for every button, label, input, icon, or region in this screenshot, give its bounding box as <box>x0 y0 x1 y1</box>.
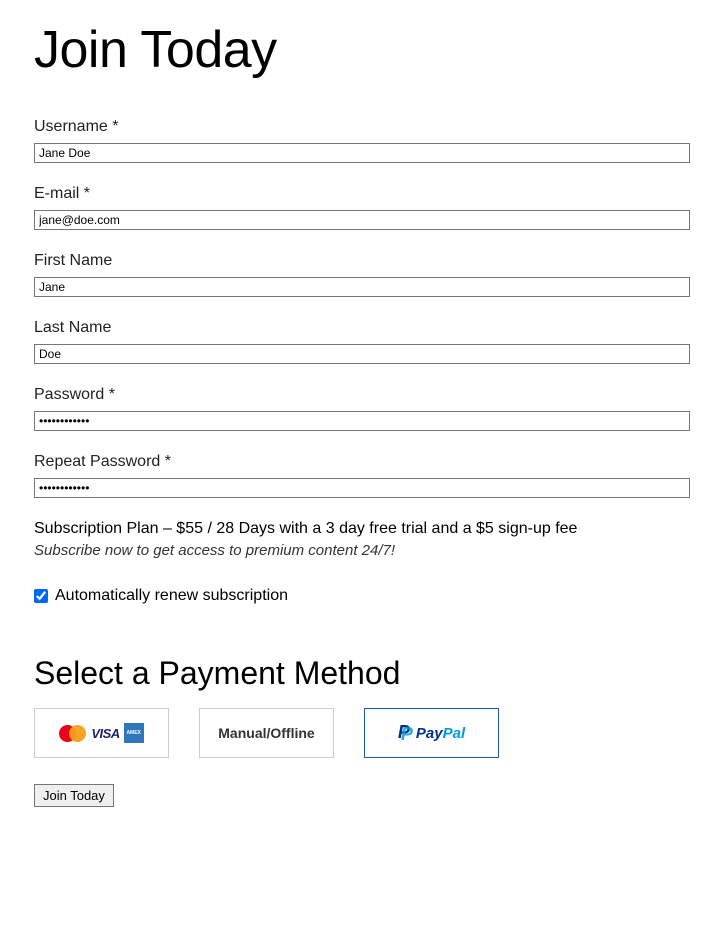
email-group: E-mail * <box>34 185 690 230</box>
username-group: Username * <box>34 118 690 163</box>
payment-option-manual[interactable]: Manual/Offline <box>199 708 334 758</box>
last-name-label: Last Name <box>34 319 690 337</box>
password-label: Password * <box>34 386 690 404</box>
amex-icon: AMEX <box>124 723 144 743</box>
last-name-group: Last Name <box>34 319 690 364</box>
paypal-icon: P P <box>398 724 414 742</box>
repeat-password-group: Repeat Password * <box>34 453 690 498</box>
paypal-logo-wrap: P P PayPal <box>398 724 465 742</box>
auto-renew-label: Automatically renew subscription <box>55 587 288 605</box>
password-group: Password * <box>34 386 690 431</box>
subscription-plan-description: Subscribe now to get access to premium c… <box>34 542 690 559</box>
visa-icon: VISA <box>91 726 119 741</box>
email-input[interactable] <box>34 210 690 230</box>
first-name-group: First Name <box>34 252 690 297</box>
repeat-password-label: Repeat Password * <box>34 453 690 471</box>
username-input[interactable] <box>34 143 690 163</box>
email-label: E-mail * <box>34 185 690 203</box>
card-icons-group: VISA AMEX <box>59 723 143 743</box>
username-label: Username * <box>34 118 690 136</box>
payment-option-cards[interactable]: VISA AMEX <box>34 708 169 758</box>
first-name-input[interactable] <box>34 277 690 297</box>
first-name-label: First Name <box>34 252 690 270</box>
manual-offline-label: Manual/Offline <box>218 725 314 741</box>
subscription-plan-text: Subscription Plan – $55 / 28 Days with a… <box>34 520 690 538</box>
last-name-input[interactable] <box>34 344 690 364</box>
password-input[interactable] <box>34 411 690 431</box>
payment-options: VISA AMEX Manual/Offline P P PayPal <box>34 708 690 758</box>
payment-heading: Select a Payment Method <box>34 655 690 692</box>
page-title: Join Today <box>34 20 690 80</box>
auto-renew-checkbox[interactable] <box>34 589 48 603</box>
paypal-text: PayPal <box>416 725 465 742</box>
auto-renew-row: Automatically renew subscription <box>34 587 690 605</box>
payment-option-paypal[interactable]: P P PayPal <box>364 708 499 758</box>
repeat-password-input[interactable] <box>34 478 690 498</box>
mastercard-icon <box>59 724 87 742</box>
join-today-button[interactable]: Join Today <box>34 784 114 807</box>
